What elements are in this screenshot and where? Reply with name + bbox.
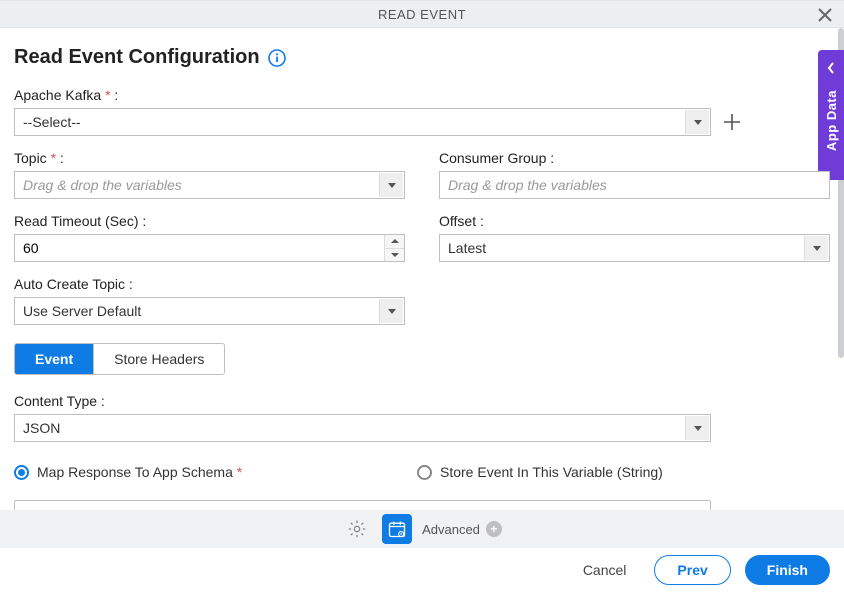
consumer-group-placeholder: Drag & drop the variables xyxy=(448,172,821,198)
offset-select[interactable]: Latest xyxy=(439,234,830,262)
gear-icon xyxy=(347,519,367,539)
auto-create-select[interactable]: Use Server Default xyxy=(14,297,405,325)
chevron-down-icon xyxy=(379,299,403,323)
event-preview-button[interactable] xyxy=(382,514,412,544)
close-button[interactable] xyxy=(814,4,836,26)
radio-unchecked-icon xyxy=(417,465,432,480)
radio-checked-icon xyxy=(14,465,29,480)
content-type-select[interactable]: JSON xyxy=(14,414,711,442)
offset-label: Offset : xyxy=(439,213,830,229)
add-kafka-button[interactable] xyxy=(721,111,743,133)
schema-area[interactable] xyxy=(14,500,711,510)
radio-map-schema-label: Map Response To App Schema * xyxy=(37,464,242,480)
consumer-group-field: Consumer Group : Drag & drop the variabl… xyxy=(439,150,830,199)
chevron-down-icon xyxy=(685,416,709,440)
consumer-group-label: Consumer Group : xyxy=(439,150,830,166)
advanced-toggle[interactable]: Advanced + xyxy=(422,521,502,537)
content-type-label: Content Type : xyxy=(14,393,711,409)
radio-map-schema[interactable]: Map Response To App Schema * xyxy=(14,464,405,480)
tab-store-headers[interactable]: Store Headers xyxy=(93,344,224,374)
radio-store-variable-label: Store Event In This Variable (String) xyxy=(440,464,663,480)
step-down-button[interactable] xyxy=(385,249,404,262)
read-timeout-input[interactable] xyxy=(14,234,405,262)
content-area: Read Event Configuration Apache Kafka * … xyxy=(0,28,844,510)
topic-colon: : xyxy=(60,150,64,166)
title-row: Read Event Configuration xyxy=(14,46,830,69)
page-title: Read Event Configuration xyxy=(14,46,260,69)
chevron-down-icon xyxy=(804,236,828,260)
tabs: Event Store Headers xyxy=(14,343,225,375)
kafka-value: --Select-- xyxy=(23,109,682,135)
offset-field: Offset : Latest xyxy=(439,213,830,262)
topic-label: Topic * : xyxy=(14,150,405,166)
spinner-buttons xyxy=(384,235,404,261)
prev-button[interactable]: Prev xyxy=(654,555,730,585)
info-icon xyxy=(268,49,286,67)
content-type-value: JSON xyxy=(23,415,682,441)
close-icon xyxy=(818,8,832,22)
kafka-required: * xyxy=(105,87,110,103)
cancel-button[interactable]: Cancel xyxy=(569,556,641,584)
read-timeout-label: Read Timeout (Sec) : xyxy=(14,213,405,229)
chevron-down-icon xyxy=(685,110,709,134)
topic-field: Topic * : Drag & drop the variables xyxy=(14,150,405,199)
topic-input[interactable]: Drag & drop the variables xyxy=(14,171,405,199)
consumer-group-input[interactable]: Drag & drop the variables xyxy=(439,171,830,199)
kafka-label: Apache Kafka * : xyxy=(14,87,830,103)
topic-required: * xyxy=(51,150,56,166)
info-button[interactable] xyxy=(268,49,286,67)
bottom-toolbar: Advanced + xyxy=(0,510,844,548)
calendar-eye-icon xyxy=(387,519,407,539)
dialog-title: READ EVENT xyxy=(378,7,466,22)
footer: Cancel Prev Finish xyxy=(0,548,844,592)
radio-map-schema-req: * xyxy=(237,464,242,480)
chevron-down-icon xyxy=(379,173,403,197)
plus-circle-icon: + xyxy=(486,521,502,537)
kafka-colon: : xyxy=(114,87,118,103)
read-timeout-stepper[interactable] xyxy=(14,234,405,262)
kafka-select[interactable]: --Select-- xyxy=(14,108,711,136)
read-timeout-field: Read Timeout (Sec) : xyxy=(14,213,405,262)
settings-button[interactable] xyxy=(342,514,372,544)
kafka-label-text: Apache Kafka xyxy=(14,87,101,103)
auto-create-label: Auto Create Topic : xyxy=(14,276,405,292)
plus-icon xyxy=(723,113,741,131)
offset-value: Latest xyxy=(448,235,801,261)
auto-create-field: Auto Create Topic : Use Server Default xyxy=(14,276,405,325)
dialog-header: READ EVENT xyxy=(0,0,844,28)
step-up-button[interactable] xyxy=(385,235,404,249)
topic-label-text: Topic xyxy=(14,150,47,166)
radio-map-schema-text: Map Response To App Schema xyxy=(37,464,233,480)
auto-create-value: Use Server Default xyxy=(23,298,376,324)
tab-event[interactable]: Event xyxy=(15,344,93,374)
radio-store-variable[interactable]: Store Event In This Variable (String) xyxy=(417,464,830,480)
advanced-label: Advanced xyxy=(422,522,480,537)
finish-button[interactable]: Finish xyxy=(745,555,830,585)
topic-placeholder: Drag & drop the variables xyxy=(23,172,376,198)
